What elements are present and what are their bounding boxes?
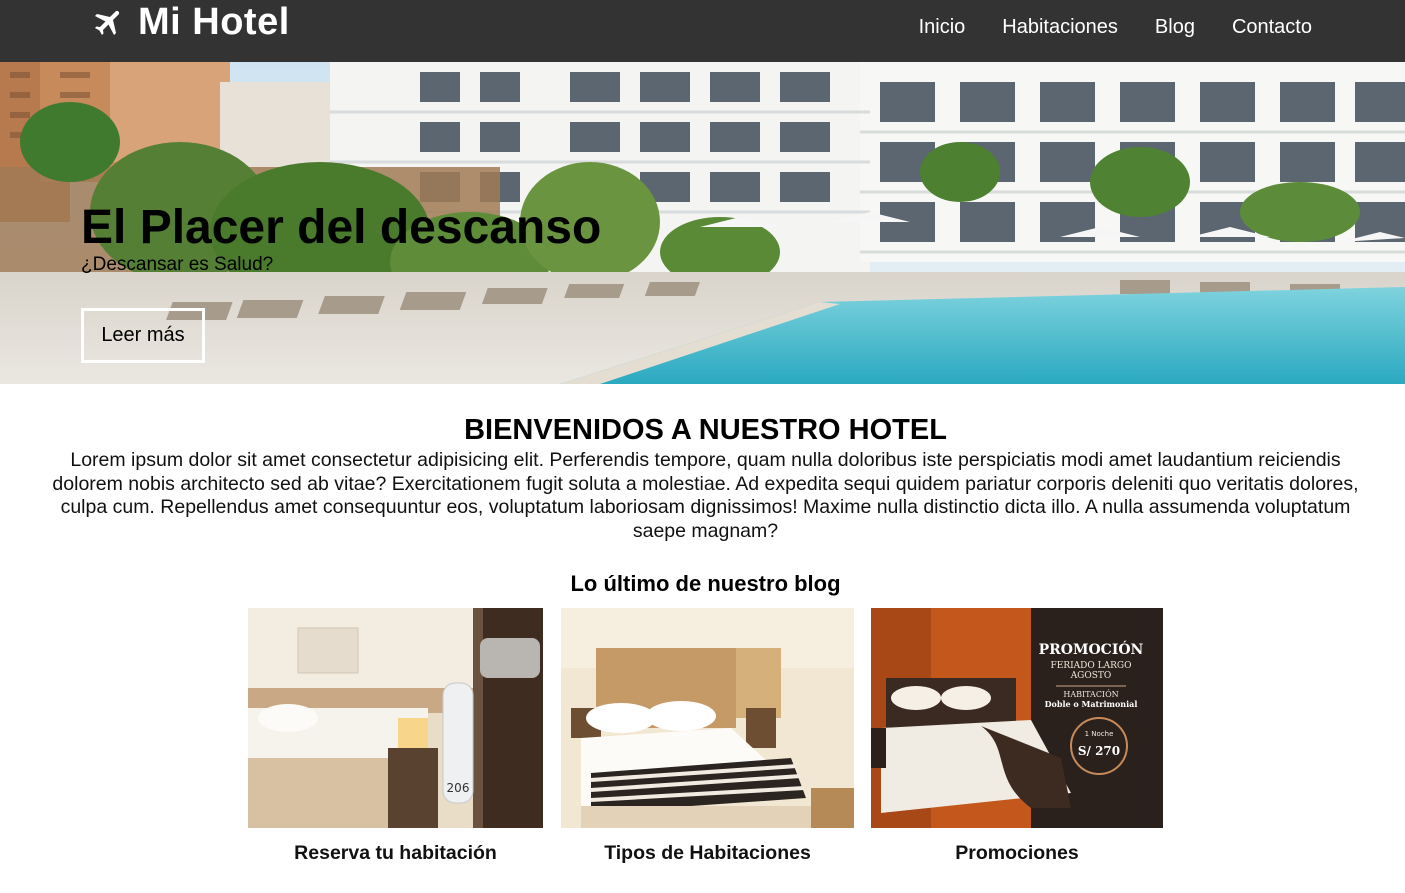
nav-link-blog[interactable]: Blog <box>1155 16 1195 39</box>
promo-price: S/ 270 <box>1078 744 1120 758</box>
blog-card-promociones[interactable]: PROMOCIÓN FERIADO LARGO AGOSTO HABITACIÓ… <box>871 608 1163 865</box>
brand-name: Mi Hotel <box>138 0 290 43</box>
top-navbar: Mi Hotel Inicio Habitaciones Blog Contac… <box>0 0 1405 62</box>
read-more-button[interactable]: Leer más <box>81 308 205 363</box>
hero-subtitle: ¿Descansar es Salud? <box>81 254 274 275</box>
promo-price-label: 1 Noche <box>1085 730 1114 738</box>
welcome-title: BIENVENIDOS A NUESTRO HOTEL <box>464 414 947 446</box>
blog-card-caption[interactable]: Promociones <box>871 842 1163 865</box>
nav-link-habitaciones[interactable]: Habitaciones <box>1002 16 1118 39</box>
hero-title: El Placer del descanso <box>81 201 602 254</box>
promo-title: PROMOCIÓN <box>1039 640 1144 658</box>
promo-line2: AGOSTO <box>1070 671 1112 681</box>
welcome-text: Lorem ipsum dolor sit amet consectetur a… <box>52 449 1359 542</box>
main-nav: Inicio Habitaciones Blog Contacto <box>919 16 1312 39</box>
promo-line1: FERIADO LARGO <box>1051 661 1132 671</box>
blog-card-tipos[interactable]: Tipos de Habitaciones <box>561 608 854 865</box>
nav-link-inicio[interactable]: Inicio <box>919 16 966 39</box>
twin-beds-image <box>561 608 854 828</box>
blog-card-image: 206 <box>248 608 543 828</box>
room-tag-number: 206 <box>447 781 470 795</box>
room-door-key-image: 206 <box>248 608 543 828</box>
hero-banner: El Placer del descanso ¿Descansar es Sal… <box>0 62 1405 384</box>
promo-line4: Doble o Matrimonial <box>1045 699 1138 709</box>
promo-room-image: PROMOCIÓN FERIADO LARGO AGOSTO HABITACIÓ… <box>871 608 1163 828</box>
nav-link-contacto[interactable]: Contacto <box>1232 16 1312 39</box>
blog-card-caption[interactable]: Reserva tu habitación <box>248 842 543 865</box>
plane-icon <box>94 10 120 36</box>
blog-card-image: PROMOCIÓN FERIADO LARGO AGOSTO HABITACIÓ… <box>871 608 1163 828</box>
blog-card-reserva[interactable]: 206 Reserva tu habitación <box>248 608 543 865</box>
promo-line3: HABITACIÓN <box>1063 690 1118 699</box>
brand[interactable]: Mi Hotel <box>92 0 290 44</box>
blog-card-caption[interactable]: Tipos de Habitaciones <box>561 842 854 865</box>
blog-section-title: Lo último de nuestro blog <box>570 571 841 596</box>
blog-card-image <box>561 608 854 828</box>
